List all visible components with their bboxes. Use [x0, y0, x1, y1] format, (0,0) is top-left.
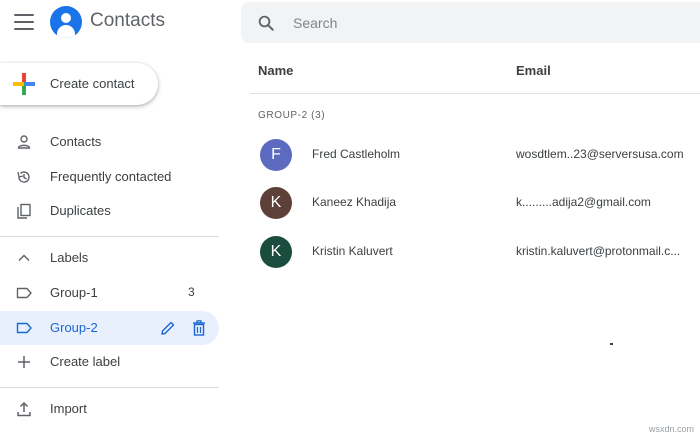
contact-row[interactable]: F Fred Castleholm wosdtlem..23@serversus…	[250, 133, 700, 179]
labels-heading: Labels	[50, 250, 89, 265]
header-divider	[250, 93, 700, 94]
person-icon	[17, 135, 31, 149]
sidebar-item-frequently-contacted[interactable]: Frequently contacted	[0, 160, 219, 194]
avatar: K	[260, 236, 292, 268]
create-contact-button[interactable]: Create contact	[0, 63, 158, 105]
duplicate-icon	[17, 203, 31, 219]
sidebar-item-label: Duplicates	[50, 203, 111, 218]
sidebar-item-label: Frequently contacted	[50, 169, 172, 184]
label-icon	[16, 287, 32, 299]
contact-email: kristin.kaluvert@protonmail.c...	[516, 244, 681, 258]
sidebar-item-label: Group-2	[50, 320, 98, 335]
contact-name: Fred Castleholm	[312, 147, 401, 161]
label-count: 3	[188, 285, 195, 299]
sidebar-item-duplicates[interactable]: Duplicates	[0, 194, 219, 228]
plus-icon	[18, 356, 30, 368]
sidebar-item-import[interactable]: Import	[0, 392, 219, 426]
group-heading: GROUP-2 (3)	[258, 110, 326, 121]
menu-bar	[14, 14, 34, 16]
contact-name: Kaneez Khadija	[312, 195, 397, 209]
create-contact-label: Create contact	[50, 76, 135, 91]
main-menu-button[interactable]	[14, 14, 34, 30]
trash-icon[interactable]	[192, 320, 206, 336]
chevron-up-icon	[18, 254, 30, 262]
label-icon	[16, 322, 32, 334]
sidebar-item-group-1[interactable]: Group-1 3	[0, 276, 219, 310]
sidebar-item-label: Import	[50, 401, 87, 416]
sidebar-item-label: Contacts	[50, 134, 102, 149]
colorful-plus-icon	[13, 73, 35, 95]
avatar: K	[260, 187, 292, 219]
column-header-email[interactable]: Email	[516, 63, 551, 78]
create-label-item[interactable]: Create label	[0, 345, 219, 379]
menu-bar	[14, 21, 34, 23]
app-title: Contacts	[90, 10, 165, 31]
labels-section-toggle[interactable]: Labels	[0, 241, 219, 275]
column-header-name[interactable]: Name	[258, 63, 293, 78]
avatar: F	[260, 139, 292, 171]
contacts-logo-icon	[50, 6, 82, 38]
search-input[interactable]	[293, 12, 673, 34]
sidebar-divider	[0, 387, 219, 388]
import-icon	[17, 401, 31, 417]
search-bar[interactable]	[241, 2, 700, 43]
sidebar-item-group-2[interactable]: Group-2	[0, 311, 219, 345]
contact-row[interactable]: K Kaneez Khadija k.........adija2@gmail.…	[250, 181, 700, 227]
contact-row[interactable]: K Kristin Kaluvert kristin.kaluvert@prot…	[250, 230, 700, 276]
contact-name: Kristin Kaluvert	[312, 244, 393, 258]
watermark: wsxdn.com	[649, 424, 695, 434]
search-icon[interactable]	[257, 14, 275, 32]
history-icon	[17, 171, 30, 183]
menu-bar	[14, 28, 34, 30]
sidebar-item-contacts[interactable]: Contacts	[0, 125, 219, 159]
stray-mark	[610, 343, 613, 345]
contact-email: k.........adija2@gmail.com	[516, 195, 651, 209]
sidebar-divider	[0, 236, 219, 237]
sidebar-item-label: Group-1	[50, 285, 98, 300]
create-label-text: Create label	[50, 354, 121, 369]
edit-icon[interactable]	[160, 320, 176, 336]
contact-email: wosdtlem..23@serversusa.com	[516, 147, 684, 161]
